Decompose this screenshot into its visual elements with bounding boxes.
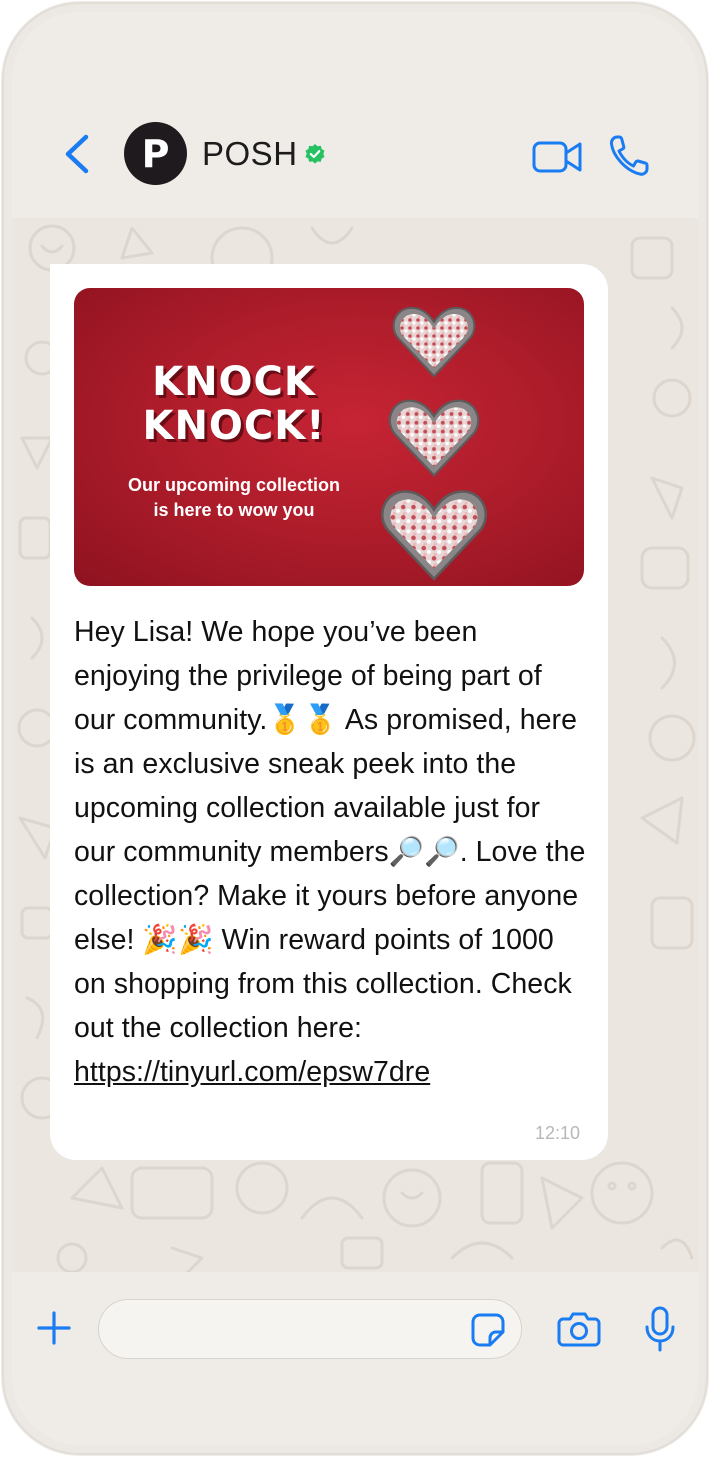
- phone-frame: P POSH KNOCK KNOCK! Our upcoming collect…: [2, 2, 708, 1455]
- banner-headline: KNOCK KNOCK!: [114, 360, 354, 448]
- message-text: Hey Lisa! We hope you’ve been enjoying t…: [74, 610, 588, 1094]
- chevron-left-icon: [65, 134, 89, 174]
- video-call-button[interactable]: [532, 140, 584, 174]
- composer-bar: [12, 1272, 698, 1445]
- microphone-icon: [645, 1306, 675, 1352]
- banner-subtitle-line1: Our upcoming collection: [127, 475, 340, 495]
- sticker-icon: [471, 1313, 505, 1347]
- contact-name[interactable]: POSH: [202, 134, 298, 174]
- heart-decoration-middle: [388, 399, 480, 477]
- camera-icon: [557, 1312, 601, 1347]
- banner-headline-line1: KNOCK: [152, 359, 316, 405]
- heart-decoration-top: [392, 306, 476, 378]
- video-camera-icon: [532, 141, 582, 173]
- plus-icon: [37, 1311, 71, 1345]
- chat-screen: P POSH KNOCK KNOCK! Our upcoming collect…: [12, 12, 698, 1445]
- banner-subtitle: Our upcoming collection is here to wow y…: [108, 473, 360, 523]
- camera-button[interactable]: [557, 1310, 601, 1348]
- phone-icon: [609, 135, 649, 176]
- message-image-banner[interactable]: KNOCK KNOCK! Our upcoming collection is …: [74, 288, 584, 586]
- message-timestamp: 12:10: [534, 1123, 580, 1143]
- back-button[interactable]: [60, 132, 94, 176]
- sticker-button[interactable]: [470, 1312, 506, 1348]
- verified-check-icon: [305, 144, 325, 164]
- attach-plus-button[interactable]: [36, 1310, 72, 1346]
- heart-decoration-bottom: [381, 490, 487, 581]
- avatar[interactable]: P: [124, 122, 187, 185]
- message-input[interactable]: [98, 1299, 522, 1359]
- chat-area[interactable]: KNOCK KNOCK! Our upcoming collection is …: [12, 218, 698, 1272]
- chat-header: P POSH: [12, 12, 698, 218]
- microphone-button[interactable]: [644, 1306, 676, 1352]
- banner-subtitle-line2: is here to wow you: [153, 500, 315, 520]
- message-body: Hey Lisa! We hope you’ve been enjoying t…: [74, 616, 586, 1044]
- avatar-letter: P: [141, 131, 170, 176]
- voice-call-button[interactable]: [608, 134, 650, 178]
- banner-headline-line2: KNOCK!: [142, 403, 326, 449]
- incoming-message-bubble[interactable]: KNOCK KNOCK! Our upcoming collection is …: [50, 264, 608, 1160]
- message-link[interactable]: https://tinyurl.com/epsw7dre: [74, 1056, 430, 1088]
